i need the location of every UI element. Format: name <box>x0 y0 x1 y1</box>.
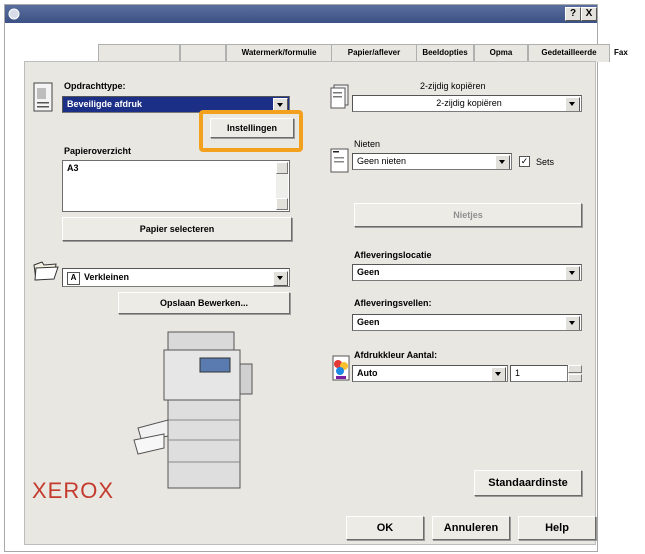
print-color-select[interactable]: Auto <box>352 365 508 382</box>
reduce-a-icon: A <box>67 272 80 285</box>
job-type-value: Beveiligde afdruk <box>67 99 143 109</box>
chevron-down-icon[interactable] <box>273 271 288 286</box>
delivery-location-select[interactable]: Geen <box>352 264 582 281</box>
staple-button[interactable]: Nietjes <box>354 203 582 227</box>
tab-advanced[interactable]: Gedetailleerde <box>528 44 610 62</box>
chevron-down-icon[interactable] <box>565 97 580 111</box>
scroll-up-icon[interactable] <box>276 162 288 174</box>
delivery-sheets-label: Afleveringsvellen: <box>354 298 432 308</box>
sets-checkbox[interactable]: ✓ <box>519 156 530 167</box>
chevron-down-icon[interactable] <box>565 266 580 280</box>
sets-label: Sets <box>536 157 555 167</box>
copies-stepper[interactable] <box>568 365 582 382</box>
tab-fax[interactable]: Fax <box>614 48 628 57</box>
tab-watermark[interactable]: Watermerk/formulie <box>226 44 332 62</box>
delivery-sheets-value: Geen <box>357 317 380 327</box>
tab-layout[interactable]: Opma <box>474 44 528 62</box>
staple-label: Nieten <box>354 139 381 149</box>
copies-value: 1 <box>515 368 521 378</box>
scroll-down-icon[interactable] <box>276 198 288 210</box>
reduce-select[interactable]: A Verkleinen <box>62 268 290 287</box>
ok-button[interactable]: OK <box>346 516 424 540</box>
folder-icon <box>32 258 60 282</box>
chevron-down-icon[interactable] <box>495 155 510 169</box>
job-type-icon <box>33 82 53 112</box>
tab-2[interactable] <box>180 44 226 62</box>
print-color-value: Auto <box>357 368 378 378</box>
checkmark-icon: ✓ <box>520 156 529 166</box>
delivery-location-label: Afleveringslocatie <box>354 250 432 260</box>
xerox-logo: XEROX <box>32 478 115 503</box>
reduce-value: Verkleinen <box>84 272 130 282</box>
save-edit-button[interactable]: Opslaan Bewerken... <box>118 292 290 314</box>
print-color-label: Afdrukkleur Aantal: <box>354 350 438 360</box>
tab-image-options[interactable]: Beeldopties <box>416 44 474 62</box>
delivery-sheets-select[interactable]: Geen <box>352 314 582 331</box>
stepper-down-icon[interactable] <box>568 374 582 382</box>
title-bar <box>5 5 597 23</box>
select-paper-button[interactable]: Papier selecteren <box>62 217 292 241</box>
chevron-down-icon[interactable] <box>565 316 580 330</box>
paper-overview-list[interactable]: A3 <box>62 160 290 212</box>
duplex-value: 2-zijdig kopiëren <box>436 98 502 108</box>
paper-overview-value: A3 <box>67 163 79 173</box>
staple-icon <box>330 148 350 174</box>
color-palette-icon <box>330 354 352 384</box>
tab-paper-delivery[interactable]: Papier/aflever <box>331 44 417 62</box>
duplex-label: 2-zijdig kopiëren <box>420 81 486 91</box>
close-icon[interactable]: X <box>581 7 597 21</box>
copies-input[interactable]: 1 <box>510 365 568 382</box>
paper-list-scrollbar[interactable] <box>276 162 288 210</box>
job-type-label: Opdrachttype: <box>64 81 126 91</box>
app-icon <box>8 8 20 20</box>
help-button[interactable]: Help <box>518 516 596 540</box>
delivery-location-value: Geen <box>357 267 380 277</box>
paper-overview-label: Papieroverzicht <box>64 146 132 156</box>
duplex-select[interactable]: 2-zijdig kopiëren <box>352 95 582 112</box>
settings-highlight <box>199 110 303 152</box>
duplex-icon <box>330 84 350 110</box>
cancel-button[interactable]: Annuleren <box>432 516 510 540</box>
stepper-up-icon[interactable] <box>568 365 582 373</box>
staple-select[interactable]: Geen nieten <box>352 153 512 170</box>
tab-1[interactable] <box>98 44 180 62</box>
defaults-button[interactable]: Standaardinste <box>474 470 582 496</box>
help-icon[interactable]: ? <box>565 7 581 21</box>
chevron-down-icon[interactable] <box>491 367 506 381</box>
staple-value: Geen nieten <box>357 156 407 166</box>
printer-illustration <box>128 320 258 495</box>
